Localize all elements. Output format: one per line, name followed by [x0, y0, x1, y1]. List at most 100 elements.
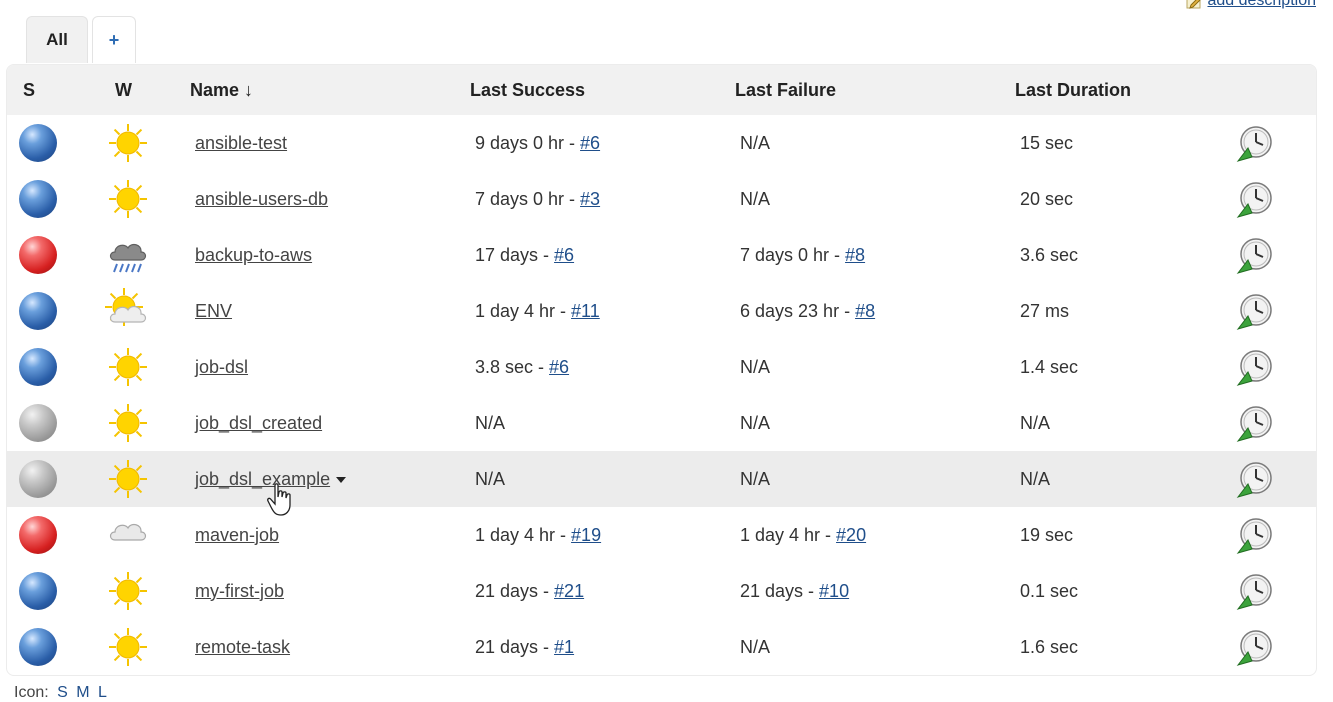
last-duration-cell: 1.6 sec [1020, 636, 1079, 657]
icon-size-l[interactable]: L [98, 684, 107, 701]
header-last-failure[interactable]: Last Failure [735, 80, 836, 101]
last-success-cell: 9 days 0 hr - #6 [475, 133, 600, 154]
weather-sunny-icon [109, 180, 147, 218]
build-link[interactable]: #20 [836, 525, 866, 545]
build-link[interactable]: #1 [554, 637, 574, 657]
header-status[interactable]: S [23, 80, 35, 101]
build-link[interactable]: #8 [855, 301, 875, 321]
build-link[interactable]: #6 [554, 245, 574, 265]
tab-add-view[interactable]: + [92, 16, 136, 63]
job-name-cell: job-dsl [195, 357, 248, 378]
job-link[interactable]: job_dsl_example [195, 469, 330, 489]
last-success-cell: 3.8 sec - #6 [475, 357, 569, 378]
schedule-build-icon[interactable] [1235, 403, 1275, 443]
schedule-build-icon[interactable] [1235, 627, 1275, 667]
schedule-build-icon[interactable] [1235, 571, 1275, 611]
job-link[interactable]: ansible-test [195, 133, 287, 153]
schedule-build-icon[interactable] [1235, 291, 1275, 331]
last-success-cell-text: N/A [475, 412, 506, 433]
job-name-cell: maven-job [195, 525, 279, 546]
last-failure-cell: N/A [740, 637, 770, 658]
schedule-build-icon[interactable] [1235, 459, 1275, 499]
last-success-cell: 1 day 4 hr - #11 [475, 301, 600, 322]
build-link[interactable]: #6 [580, 133, 600, 153]
job-link[interactable]: maven-job [195, 525, 279, 545]
weather-sunny-icon [109, 348, 147, 386]
last-failure-cell: N/A [740, 189, 770, 210]
build-link[interactable]: #6 [549, 357, 569, 377]
weather-sunny-icon [109, 460, 147, 498]
last-duration-cell: 19 sec [1020, 524, 1074, 545]
status-grey-icon [19, 404, 57, 442]
last-duration-cell: 15 sec [1020, 132, 1074, 153]
last-success-cell-text: 17 days - [475, 244, 555, 265]
status-blue-icon [19, 572, 57, 610]
job-link[interactable]: ENV [195, 301, 232, 321]
tab-all[interactable]: All [26, 16, 88, 63]
table-row: job_dsl_created N/A N/A N/A [7, 395, 1316, 451]
last-success-cell-text: 9 days 0 hr - [475, 132, 581, 153]
weather-storm-icon [109, 243, 147, 273]
chevron-down-icon[interactable] [336, 476, 347, 483]
last-failure-cell: 6 days 23 hr - #8 [740, 301, 875, 322]
job-name-cell: remote-task [195, 637, 290, 658]
schedule-build-icon[interactable] [1235, 235, 1275, 275]
status-blue-icon [19, 292, 57, 330]
last-success-cell-text: 1 day 4 hr - [475, 300, 572, 321]
job-name-cell: ansible-users-db [195, 189, 328, 210]
last-success-cell: 17 days - #6 [475, 245, 574, 266]
add-description-link[interactable]: add description [1185, 0, 1316, 10]
schedule-build-icon[interactable] [1235, 123, 1275, 163]
last-success-cell-text: 1 day 4 hr - [475, 524, 572, 545]
table-row: job_dsl_example N/A N/A N/A [7, 451, 1316, 507]
build-link[interactable]: #19 [571, 525, 601, 545]
build-link[interactable]: #8 [845, 245, 865, 265]
last-failure-cell: 7 days 0 hr - #8 [740, 245, 865, 266]
last-failure-cell: N/A [740, 413, 770, 434]
icon-size-s[interactable]: S [57, 684, 68, 701]
mouse-cursor-hand-icon [267, 483, 291, 516]
job-link[interactable]: job-dsl [195, 357, 248, 377]
header-last-success[interactable]: Last Success [470, 80, 585, 101]
last-failure-cell: 1 day 4 hr - #20 [740, 525, 866, 546]
last-failure-cell: 21 days - #10 [740, 581, 849, 602]
last-duration-cell: 20 sec [1020, 188, 1074, 209]
icon-size-m[interactable]: M [76, 684, 89, 701]
last-success-cell-text: 21 days - [475, 636, 555, 657]
job-name-cell: job_dsl_created [195, 413, 322, 434]
last-success-cell-text: 7 days 0 hr - [475, 188, 581, 209]
job-link[interactable]: remote-task [195, 637, 290, 657]
table-row: ansible-test 9 days 0 hr - #6 N/A 15 sec [7, 115, 1316, 171]
build-link[interactable]: #3 [580, 189, 600, 209]
schedule-build-icon[interactable] [1235, 179, 1275, 219]
job-name-cell: ENV [195, 301, 232, 322]
header-weather[interactable]: W [115, 80, 132, 101]
status-blue-icon [19, 348, 57, 386]
build-link[interactable]: #21 [554, 581, 584, 601]
job-link[interactable]: my-first-job [195, 581, 284, 601]
pencil-icon [1186, 0, 1202, 9]
schedule-build-icon[interactable] [1235, 515, 1275, 555]
build-link[interactable]: #11 [571, 301, 600, 321]
job-link[interactable]: ansible-users-db [195, 189, 328, 209]
weather-partly-cloudy-icon [105, 288, 147, 326]
header-last-duration[interactable]: Last Duration [1015, 80, 1131, 101]
view-tabs: All + [26, 16, 140, 64]
weather-sunny-icon [109, 404, 147, 442]
job-link[interactable]: backup-to-aws [195, 245, 312, 265]
table-row: remote-task 21 days - #1 N/A 1.6 sec [7, 619, 1316, 675]
status-grey-icon [19, 460, 57, 498]
job-link[interactable]: job_dsl_created [195, 413, 322, 433]
table-header: S W Name ↓ Last Success Last Failure Las… [7, 65, 1316, 115]
build-link[interactable]: #10 [819, 581, 849, 601]
table-row: my-first-job 21 days - #21 21 days - #10 0.… [7, 563, 1316, 619]
last-success-cell: 7 days 0 hr - #3 [475, 189, 600, 210]
status-blue-icon [19, 124, 57, 162]
last-failure-cell: N/A [740, 357, 770, 378]
last-failure-cell: N/A [740, 469, 770, 490]
last-duration-cell: 1.4 sec [1020, 356, 1079, 377]
header-name[interactable]: Name ↓ [190, 80, 253, 101]
weather-sunny-icon [109, 628, 147, 666]
schedule-build-icon[interactable] [1235, 347, 1275, 387]
last-failure-cell-text: 21 days - [740, 580, 820, 601]
